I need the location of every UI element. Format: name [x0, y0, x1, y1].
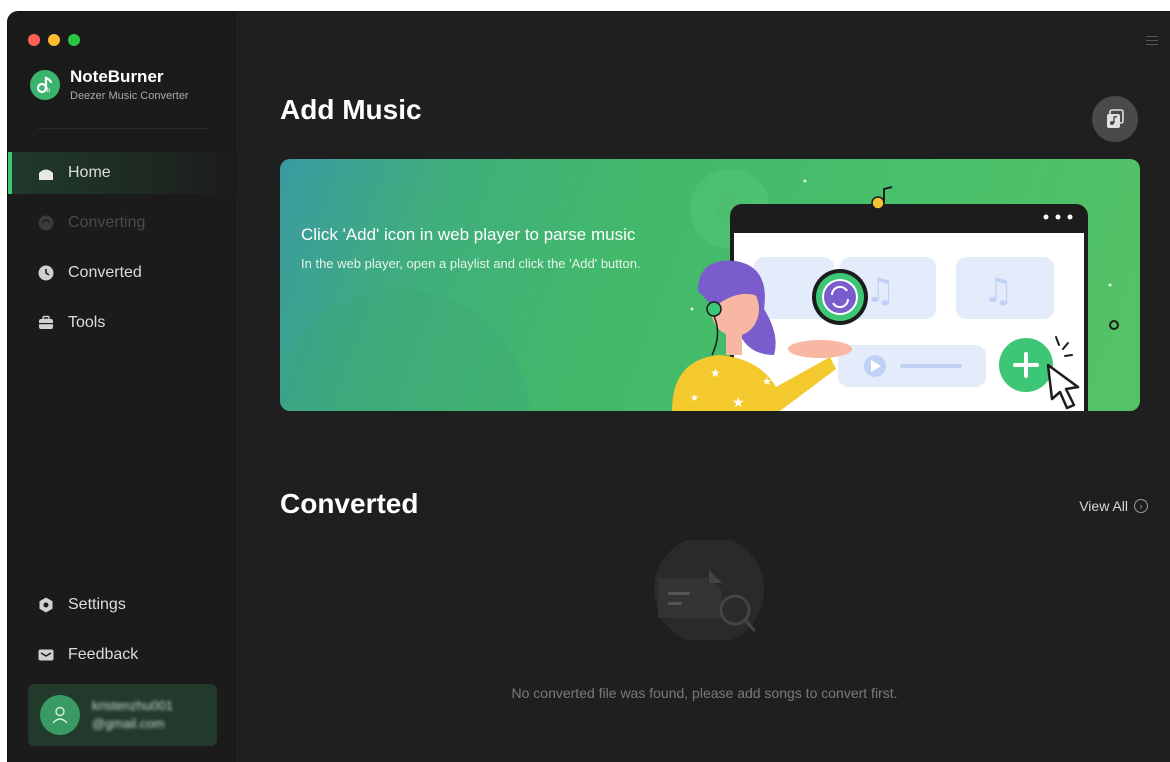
music-library-icon [1107, 109, 1124, 128]
view-all-link[interactable]: View All › [1079, 498, 1148, 514]
svg-text:★: ★ [710, 366, 721, 380]
noteburner-logo-icon: b [30, 70, 60, 100]
sidebar-nav: Home Converting Converted Tools [8, 152, 238, 352]
sidebar-item-converting[interactable]: Converting [8, 202, 238, 244]
svg-text:★: ★ [762, 375, 772, 388]
converted-title: Converted [280, 488, 419, 519]
sidebar-item-label: Feedback [68, 646, 139, 663]
banner-subtitle: In the web player, open a playlist and c… [301, 256, 641, 271]
divider [38, 128, 208, 129]
add-music-banner[interactable]: ♫ ♫ ★ ★ ★ ★ Click 'Add' icon in web play… [280, 159, 1140, 411]
minimize-window-button[interactable] [48, 34, 60, 46]
chevron-right-icon: › [1134, 499, 1148, 513]
user-email-line1: kristenzhu001 [92, 698, 173, 713]
gear-icon [38, 597, 54, 613]
sidebar-item-converted[interactable]: Converted [8, 252, 238, 294]
brand: b NoteBurner Deezer Music Converter [30, 68, 189, 102]
svg-text:♫: ♫ [983, 271, 1013, 311]
sidebar-item-settings[interactable]: Settings [8, 584, 238, 626]
window-controls [28, 34, 80, 46]
file-search-icon [654, 535, 764, 645]
close-window-button[interactable] [28, 34, 40, 46]
toolbox-icon [38, 315, 54, 331]
mail-icon [38, 647, 54, 663]
sidebar-item-label: Home [68, 164, 111, 181]
user-icon [52, 706, 68, 724]
view-all-label: View All [1079, 498, 1128, 514]
sidebar-item-label: Converted [68, 264, 142, 281]
sidebar-item-label: Settings [68, 596, 126, 613]
sidebar-item-feedback[interactable]: Feedback [8, 634, 238, 676]
sidebar-item-label: Converting [68, 214, 146, 231]
sidebar: b NoteBurner Deezer Music Converter Home… [8, 12, 238, 762]
banner-illustration: ♫ ♫ ★ ★ ★ ★ [280, 169, 1119, 411]
home-icon [38, 165, 54, 181]
app-name: NoteBurner [70, 67, 164, 86]
banner-title: Click 'Add' icon in web player to parse … [301, 225, 636, 244]
sidebar-item-label: Tools [68, 314, 106, 331]
user-email: kristenzhu001 @gmail.com [92, 697, 173, 733]
svg-text:★: ★ [690, 393, 699, 404]
clock-icon [38, 265, 54, 281]
menu-icon[interactable] [1146, 36, 1158, 48]
svg-text:b: b [47, 87, 51, 94]
avatar [40, 695, 80, 735]
user-email-line2: @gmail.com [92, 716, 165, 731]
add-music-title: Add Music [280, 94, 422, 125]
svg-text:★: ★ [732, 395, 745, 411]
app-window: b NoteBurner Deezer Music Converter Home… [8, 12, 1170, 762]
svg-text:♫: ♫ [865, 271, 895, 311]
user-account[interactable]: kristenzhu001 @gmail.com [28, 684, 217, 746]
empty-state-message: No converted file was found, please add … [511, 685, 898, 701]
zoom-window-button[interactable] [68, 34, 80, 46]
main-content: Add Music ♫ ♫ ★ ★ ★ ★ Click 'Add' icon i… [239, 12, 1170, 762]
sidebar-bottom-nav: Settings Feedback [8, 584, 238, 684]
open-web-player-button[interactable] [1092, 96, 1138, 142]
sidebar-item-home[interactable]: Home [8, 152, 238, 194]
app-subtitle: Deezer Music Converter [70, 90, 189, 102]
sidebar-item-tools[interactable]: Tools [8, 302, 238, 344]
empty-state-illustration [654, 535, 764, 645]
converting-icon [38, 215, 54, 231]
